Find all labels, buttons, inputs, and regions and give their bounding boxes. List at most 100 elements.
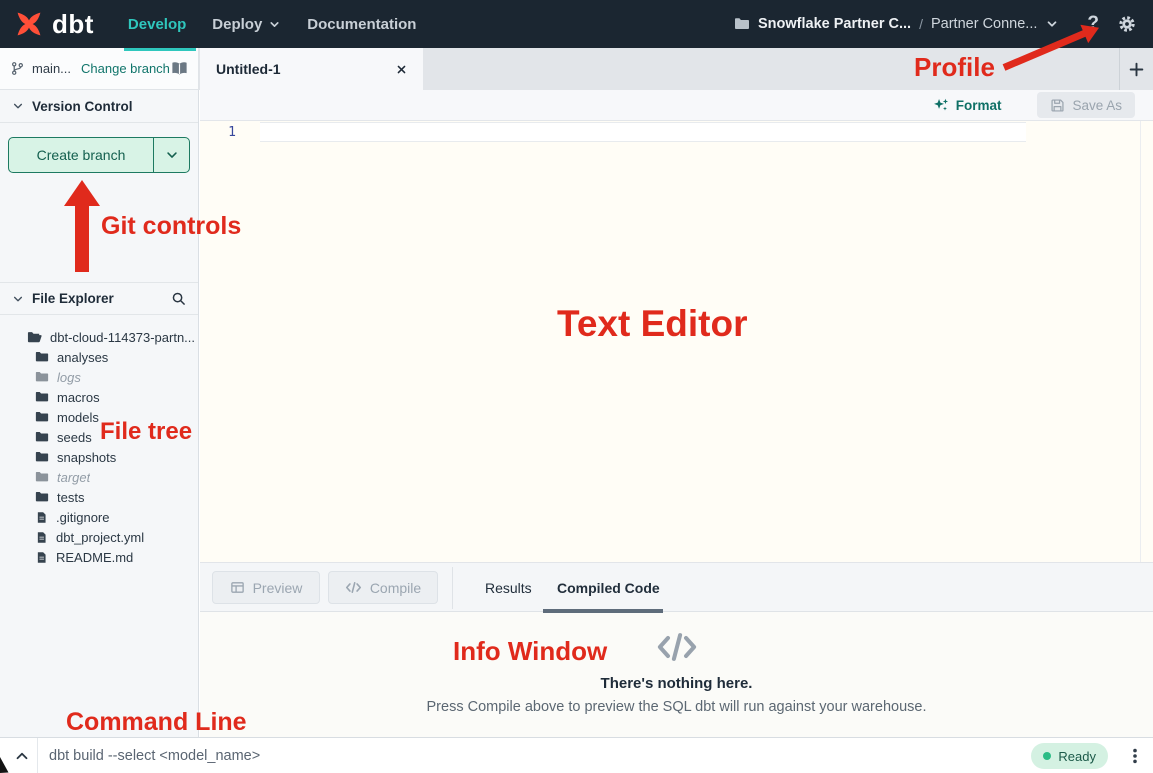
empty-state: There's nothing here. Press Compile abov… xyxy=(200,612,1153,737)
dbt-cloud-ide: dbt Develop Deploy Documentation Snowfla… xyxy=(0,0,1153,773)
status-label: Ready xyxy=(1058,749,1096,764)
tree-item[interactable]: dbt-cloud-114373-partn... xyxy=(0,327,198,347)
project-name: Partner Conne... xyxy=(931,16,1037,32)
settings-gear-icon[interactable] xyxy=(1117,14,1137,34)
tree-item[interactable]: tests xyxy=(0,487,198,507)
file-icon xyxy=(35,511,48,524)
nav-documentation[interactable]: Documentation xyxy=(307,16,416,33)
tree-item[interactable]: dbt_project.yml xyxy=(0,527,198,547)
branch-bar: main... Change branch xyxy=(0,48,199,90)
chevron-down-icon xyxy=(12,100,24,112)
save-as-button[interactable]: Save As xyxy=(1037,92,1135,118)
tab-untitled-1[interactable]: Untitled-1 xyxy=(200,48,423,90)
info-window: Preview Compile Results Compiled Code Th… xyxy=(200,562,1153,737)
tree-item[interactable]: snapshots xyxy=(0,447,198,467)
floppy-icon xyxy=(1050,98,1065,113)
dbt-logo[interactable]: dbt xyxy=(14,9,94,40)
create-branch-dropdown[interactable] xyxy=(154,138,189,172)
annotation-git-controls: Git controls xyxy=(101,212,241,241)
brand-name: dbt xyxy=(52,9,94,40)
editor-tab-bar: Untitled-1 xyxy=(199,48,1153,90)
annotation-profile: Profile xyxy=(914,52,995,83)
git-branch-icon xyxy=(10,61,25,76)
divider xyxy=(37,738,38,773)
file-search-icon[interactable] xyxy=(171,291,186,306)
file-explorer-header[interactable]: File Explorer xyxy=(0,282,198,315)
mouse-cursor xyxy=(0,757,9,773)
annotation-git-arrow-bar xyxy=(75,205,89,272)
main-nav: Develop Deploy Documentation xyxy=(128,16,417,33)
tree-item-name: macros xyxy=(57,390,100,405)
tree-item-name: logs xyxy=(57,370,81,385)
current-branch: main... xyxy=(32,61,71,76)
version-control-header[interactable]: Version Control xyxy=(0,90,198,123)
sparkle-icon xyxy=(933,97,949,113)
nav-deploy[interactable]: Deploy xyxy=(212,16,281,33)
tree-item[interactable]: logs xyxy=(0,367,198,387)
tree-item-name: dbt-cloud-114373-partn... xyxy=(50,330,195,345)
expand-panel-chevron-up-icon[interactable] xyxy=(8,738,36,773)
folder-icon xyxy=(35,490,49,504)
tree-item-name: tests xyxy=(57,490,84,505)
chevron-down-icon xyxy=(1045,17,1059,31)
docs-book-icon[interactable] xyxy=(171,60,188,77)
preview-label: Preview xyxy=(253,580,303,596)
new-tab-button[interactable] xyxy=(1119,48,1153,90)
editor-scrollbar-track xyxy=(1140,121,1141,562)
chevron-down-icon xyxy=(165,148,179,162)
active-tab-underline xyxy=(543,609,663,613)
navbar-right: Snowflake Partner C... / Partner Conne..… xyxy=(734,0,1137,48)
editor-current-line[interactable] xyxy=(260,122,1026,142)
editor-toolbar: Format Save As xyxy=(200,90,1153,121)
save-as-label: Save As xyxy=(1072,98,1122,113)
folder-icon xyxy=(35,410,49,424)
annotation-info-window: Info Window xyxy=(453,636,607,667)
code-icon xyxy=(345,580,362,595)
tree-item[interactable]: target xyxy=(0,467,198,487)
tree-item-name: snapshots xyxy=(57,450,116,465)
create-branch-label[interactable]: Create branch xyxy=(9,138,153,172)
tree-item-name: README.md xyxy=(56,550,133,565)
command-line-bar: Ready xyxy=(0,737,1153,773)
tree-item[interactable]: .gitignore xyxy=(0,507,198,527)
tree-item[interactable]: analyses xyxy=(0,347,198,367)
breadcrumb-separator: / xyxy=(919,16,923,32)
folder-icon xyxy=(35,470,49,484)
tree-item[interactable]: README.md xyxy=(0,547,198,567)
table-icon xyxy=(230,580,245,595)
tree-item-name: seeds xyxy=(57,430,92,445)
file-tree: dbt-cloud-114373-partn... analyses logs xyxy=(0,327,198,567)
top-navbar: dbt Develop Deploy Documentation Snowfla… xyxy=(0,0,1153,48)
tab-results[interactable]: Results xyxy=(485,563,532,613)
preview-button[interactable]: Preview xyxy=(212,571,320,604)
account-name: Snowflake Partner C... xyxy=(758,16,911,32)
file-explorer-title: File Explorer xyxy=(32,291,114,306)
project-switcher[interactable]: Snowflake Partner C... / Partner Conne..… xyxy=(734,16,1059,32)
folder-icon xyxy=(35,390,49,404)
change-branch-link[interactable]: Change branch xyxy=(81,61,170,76)
tree-item-name: models xyxy=(57,410,99,425)
empty-state-subtitle: Press Compile above to preview the SQL d… xyxy=(427,699,927,715)
format-label: Format xyxy=(956,98,1002,113)
line-number: 1 xyxy=(222,125,236,140)
format-button[interactable]: Format xyxy=(933,97,1002,113)
active-nav-underline xyxy=(124,48,196,51)
annotation-file-tree: File tree xyxy=(100,418,192,446)
folder-icon xyxy=(35,370,49,384)
tree-item-name: analyses xyxy=(57,350,108,365)
create-branch-button[interactable]: Create branch xyxy=(8,137,190,173)
folder-open-icon xyxy=(27,330,42,345)
kebab-menu-icon[interactable] xyxy=(1126,747,1144,765)
tab-compiled-code[interactable]: Compiled Code xyxy=(557,563,660,613)
close-tab-icon[interactable] xyxy=(396,64,407,75)
compile-button[interactable]: Compile xyxy=(328,571,438,604)
file-icon xyxy=(35,531,48,544)
command-input[interactable] xyxy=(49,738,669,773)
status-badge: Ready xyxy=(1031,743,1108,769)
nav-develop[interactable]: Develop xyxy=(128,16,186,33)
file-icon xyxy=(35,551,48,564)
tree-item[interactable]: macros xyxy=(0,387,198,407)
annotation-text-editor: Text Editor xyxy=(557,303,748,345)
info-window-header: Preview Compile Results Compiled Code xyxy=(200,562,1153,612)
annotation-command-line: Command Line xyxy=(66,708,247,737)
